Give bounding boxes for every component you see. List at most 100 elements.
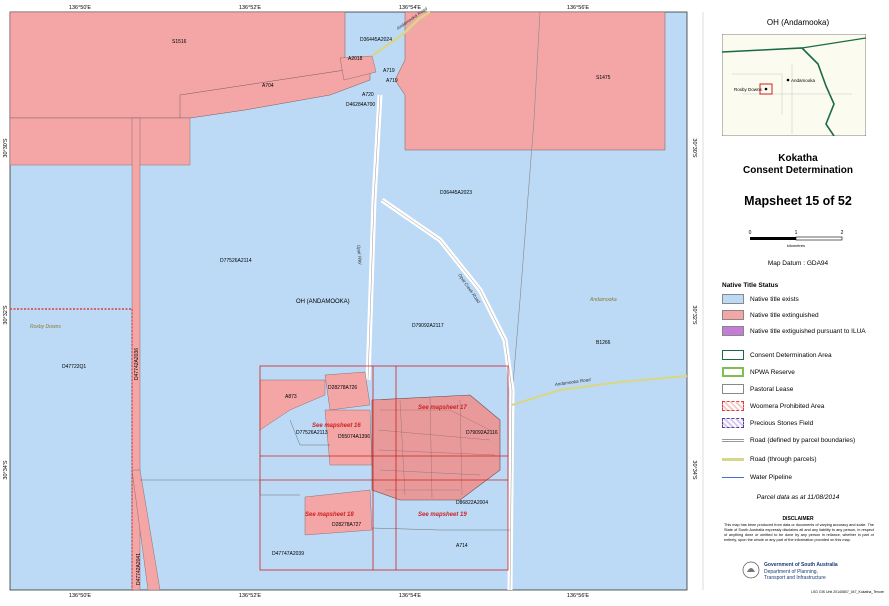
label-d46284a700: D46284A700 bbox=[346, 102, 375, 108]
file-reference: LSG GIS Unit 20140807_047_Kokatha_Tenure bbox=[811, 590, 884, 594]
legend-npwa: NPWA Reserve bbox=[722, 367, 795, 377]
swatch-native-exists bbox=[722, 294, 744, 304]
label-d36445a2023: D36445A2023 bbox=[440, 190, 472, 196]
legend-label: Road (defined by parcel boundaries) bbox=[750, 437, 856, 444]
label-d28278a727: D28278A727 bbox=[332, 522, 361, 528]
label-d77526a2114: D77526A2114 bbox=[220, 258, 252, 264]
label-d47742a2036: D47742A2036 bbox=[134, 348, 140, 380]
gov-line-3: Transport and Infrastructure bbox=[764, 575, 826, 581]
label-a873: A873 bbox=[285, 394, 297, 400]
label-roxby-downs: Roxby Downs bbox=[30, 324, 61, 330]
legend-label: Native title extiguished pursuant to ILU… bbox=[750, 327, 866, 335]
coord-right-1: 30°30'S bbox=[691, 138, 697, 157]
legend-label: NPWA Reserve bbox=[750, 368, 795, 376]
label-a719-2: A719 bbox=[386, 78, 398, 84]
location-inset-map[interactable]: Andamooka Roxby Downs bbox=[722, 34, 866, 136]
legend-pastoral: Pastoral Lease bbox=[722, 384, 793, 394]
label-see-mapsheet-18[interactable]: See mapsheet 18 bbox=[305, 512, 354, 518]
legend-label: Water Pipeline bbox=[750, 474, 793, 481]
parcel-s1475 bbox=[394, 11, 666, 151]
parcel-d28278a726 bbox=[324, 371, 371, 411]
government-crest-icon bbox=[742, 561, 760, 579]
coord-bottom-3: 136°54'E bbox=[399, 593, 422, 599]
swatch-ilua bbox=[722, 326, 744, 336]
label-d28278a726: D28278A726 bbox=[328, 385, 357, 391]
legend-water-pipeline: Water Pipeline bbox=[722, 474, 792, 481]
coord-top-1: 136°50'E bbox=[69, 5, 92, 11]
coord-right-3: 30°34'S bbox=[691, 460, 697, 479]
scale-tick-1: 1 bbox=[795, 230, 798, 236]
legend-label: Woomera Prohibited Area bbox=[750, 402, 825, 410]
scale-bar: 0 1 2 kilometres bbox=[749, 230, 844, 248]
map-datum: Map Datum : GDA94 bbox=[767, 260, 829, 267]
label-d47742a2041: D47742A2041 bbox=[136, 553, 142, 585]
label-see-mapsheet-16[interactable]: See mapsheet 16 bbox=[312, 423, 361, 429]
coord-bottom-4: 136°56'E bbox=[567, 593, 590, 599]
label-d77526a2113: D77526A2113 bbox=[296, 430, 328, 436]
legend-consent-area: Consent Determination Area bbox=[722, 350, 832, 360]
determination-type: Consent Determination bbox=[742, 165, 853, 176]
scale-tick-0: 0 bbox=[749, 230, 752, 236]
label-d47747a2039: D47747A2039 bbox=[272, 551, 304, 557]
label-a719-1: A719 bbox=[383, 68, 395, 74]
label-andamooka: Andamooka bbox=[589, 297, 617, 303]
swatch-water-pipeline bbox=[722, 477, 744, 478]
coord-bottom-2: 136°52'E bbox=[239, 593, 262, 599]
label-s1516: S1516 bbox=[172, 39, 187, 45]
coord-top-2: 136°52'E bbox=[239, 5, 262, 11]
label-a704: A704 bbox=[262, 83, 274, 89]
label-see-mapsheet-19[interactable]: See mapsheet 19 bbox=[418, 512, 467, 518]
legend-woomera: Woomera Prohibited Area bbox=[722, 401, 824, 411]
label-d36445a2024: D36445A2024 bbox=[360, 37, 392, 43]
parcel-date: Parcel data as at 11/08/2014 bbox=[756, 494, 840, 501]
legend-label: Native title exists bbox=[750, 295, 799, 303]
label-b1266: B1266 bbox=[596, 340, 611, 346]
disclaimer-title: DISCLAIMER bbox=[782, 516, 814, 522]
legend-road-parcel: Road (defined by parcel boundaries) bbox=[722, 437, 855, 444]
swatch-woomera bbox=[722, 401, 744, 411]
legend-road-through: Road (through parcels) bbox=[722, 456, 816, 463]
legend-precious-stones: Precious Stones Field bbox=[722, 418, 813, 428]
coord-left-1: 30°30'S bbox=[3, 138, 9, 157]
swatch-road-through bbox=[722, 458, 744, 461]
coord-bottom-1: 136°50'E bbox=[69, 593, 92, 599]
coord-left-2: 30°32'S bbox=[3, 305, 9, 324]
scale-tick-2: 2 bbox=[841, 230, 844, 236]
legend-label: Native title extinguished bbox=[750, 311, 819, 319]
legend-label: Consent Determination Area bbox=[750, 351, 832, 359]
swatch-road-parcel bbox=[722, 439, 744, 442]
label-a714: A714 bbox=[456, 543, 468, 549]
legend-label: Precious Stones Field bbox=[750, 419, 814, 427]
label-s1475: S1475 bbox=[596, 75, 611, 81]
legend-heading: Native Title Status bbox=[722, 282, 779, 289]
label-d86822a2004: D86822A2004 bbox=[456, 500, 488, 506]
coord-left-3: 30°34'S bbox=[3, 460, 9, 479]
label-a2018: A2018 bbox=[348, 56, 363, 62]
inset-title: OH (Andamooka) bbox=[766, 18, 830, 27]
coord-top-4: 136°56'E bbox=[567, 5, 590, 11]
label-oh-andamooka: OH (ANDAMOOKA) bbox=[296, 299, 350, 305]
parcel-s1516-lower bbox=[9, 117, 191, 166]
scale-unit: kilometres bbox=[787, 243, 805, 248]
label-d79092a2116: D79092A2116 bbox=[466, 430, 498, 436]
swatch-npwa bbox=[722, 367, 744, 377]
gov-line-1: Government of South Australia bbox=[764, 562, 838, 568]
legend-extinguished: Native title extinguished bbox=[722, 310, 819, 320]
legend-label: Pastoral Lease bbox=[750, 385, 794, 393]
inset-label-roxby: Roxby Downs bbox=[734, 87, 763, 92]
disclaimer-text: This map has been produced from data or … bbox=[724, 523, 874, 542]
label-see-mapsheet-17[interactable]: See mapsheet 17 bbox=[418, 405, 467, 411]
legend-panel: OH (Andamooka) Andamooka Roxby Downs Kok… bbox=[712, 12, 884, 597]
swatch-precious-stones bbox=[722, 418, 744, 428]
swatch-extinguished bbox=[722, 310, 744, 320]
inset-label-andamooka: Andamooka bbox=[791, 78, 816, 83]
mapsheet-number: Mapsheet 15 of 52 bbox=[744, 194, 852, 208]
label-d79092a2117: D79092A2117 bbox=[412, 323, 444, 329]
legend-ilua: Native title extiguished pursuant to ILU… bbox=[722, 326, 866, 336]
legend-label: Road (through parcels) bbox=[750, 456, 817, 463]
swatch-consent-area bbox=[722, 350, 744, 360]
swatch-pastoral bbox=[722, 384, 744, 394]
label-a720: A720 bbox=[362, 92, 374, 98]
coord-right-2: 30°32'S bbox=[691, 305, 697, 324]
label-d55074a1396: D55074A1396 bbox=[338, 434, 370, 440]
